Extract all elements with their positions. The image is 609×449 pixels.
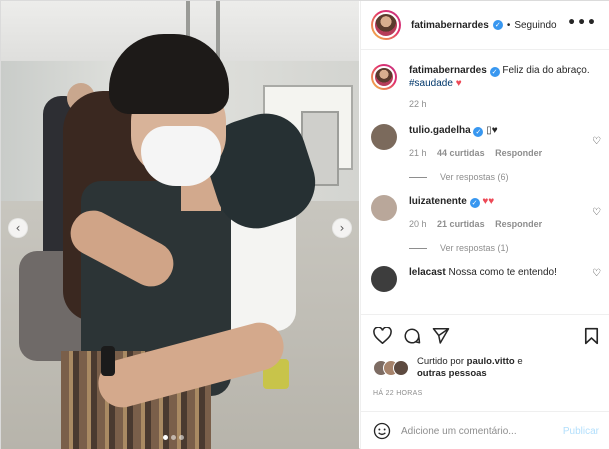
previous-photo-button[interactable]: ‹ [8,218,28,238]
carousel-dot [179,435,184,440]
action-bar [361,314,609,356]
photo-face-mask [141,126,221,186]
commenter-username[interactable]: lelacast [409,267,446,278]
verified-icon: ✓ [473,127,484,137]
liker-avatar [393,360,409,376]
more-options-icon[interactable]: ••• [567,16,597,30]
caption-username[interactable]: fatimabernardes [409,65,487,76]
carousel-dot [163,435,168,440]
share-send-icon[interactable] [432,327,450,344]
comment-item: lelacast Nossa como te entendo! ♡ [371,266,601,292]
comment-time[interactable]: 21 h [409,148,427,158]
comment-text: Nossa como te entendo! [448,267,557,278]
add-comment-bar: Adicione um comentário... Publicar [361,411,609,449]
replies-line [409,247,427,249]
other-likers-link[interactable]: outras pessoas [417,368,523,380]
liker-username[interactable]: paulo.vitto [467,356,515,367]
post-side-panel: fatimabernardes ✓ • Seguindo ••• fatimab… [360,1,609,449]
comment-input[interactable]: Adicione um comentário... [401,426,563,437]
instagram-post: ‹ › fatimabernardes ✓ • Seguindo ••• fat… [0,0,609,449]
likes-prefix: Curtido por [417,356,464,367]
post-header: fatimabernardes ✓ • Seguindo ••• [361,1,609,50]
author-username[interactable]: fatimabernardes [411,20,489,31]
following-button[interactable]: Seguindo [514,20,556,31]
likes-conjunction: e [517,356,523,367]
emoji-icon[interactable] [373,422,391,440]
red-hearts-emoji: ♥♥ [482,196,495,207]
comment-bubble-icon[interactable] [403,327,421,345]
comment-item: tulio.gadelha ✓ ▯♥ 21 h 44 curtidas Resp… [371,124,601,160]
view-replies-label: Ver respostas (1) [440,243,509,253]
caption-author-avatar[interactable] [371,64,397,90]
comment-like-icon[interactable]: ♡ [592,136,601,147]
comment-time[interactable]: 20 h [409,219,427,229]
liker-avatars [373,360,409,376]
verified-icon: ✓ [489,67,500,77]
comment-text: ▯♥ [486,125,498,136]
comment-item: luizatenente ✓ ♥♥ 20 h 21 curtidas Respo… [371,195,601,231]
replies-line [409,176,427,178]
hashtag-link[interactable]: #saudade [409,78,453,89]
save-bookmark-icon[interactable] [584,327,599,345]
like-heart-icon[interactable] [373,327,392,344]
comment-like-icon[interactable]: ♡ [592,268,601,279]
likes-summary[interactable]: Curtido por paulo.vitto e outras pessoas [373,356,523,380]
comments-list[interactable]: fatimabernardes ✓ Feliz dia do abraço. #… [361,51,609,313]
verified-icon: ✓ [469,198,480,208]
separator-dot: • [506,19,511,31]
author-avatar[interactable] [371,10,401,40]
photo-watch [101,346,115,376]
carousel-dot [171,435,176,440]
caption-time[interactable]: 22 h [409,99,427,109]
commenter-avatar[interactable] [371,195,397,221]
commenter-username[interactable]: tulio.gadelha [409,125,471,136]
view-replies-label: Ver respostas (6) [440,172,509,182]
post-timestamp[interactable]: HÁ 22 HORAS [373,390,423,397]
comment-likes[interactable]: 21 curtidas [437,219,485,229]
commenter-avatar[interactable] [371,124,397,150]
commenter-avatar[interactable] [371,266,397,292]
reply-button[interactable]: Responder [495,148,542,158]
comment-like-icon[interactable]: ♡ [592,207,601,218]
carousel-indicator [163,435,184,440]
publish-button[interactable]: Publicar [563,426,599,437]
caption-text: Feliz dia do abraço. [502,65,590,76]
post-photo[interactable]: ‹ › [1,1,359,449]
next-photo-button[interactable]: › [332,218,352,238]
post-caption: fatimabernardes ✓ Feliz dia do abraço. #… [371,64,601,111]
comment-likes[interactable]: 44 curtidas [437,148,485,158]
red-heart-emoji: ♥ [455,78,462,89]
verified-icon: ✓ [492,20,503,30]
commenter-username[interactable]: luizatenente [409,196,467,207]
reply-button[interactable]: Responder [495,219,542,229]
view-replies-button[interactable]: Ver respostas (1) [409,243,601,253]
view-replies-button[interactable]: Ver respostas (6) [409,172,601,182]
